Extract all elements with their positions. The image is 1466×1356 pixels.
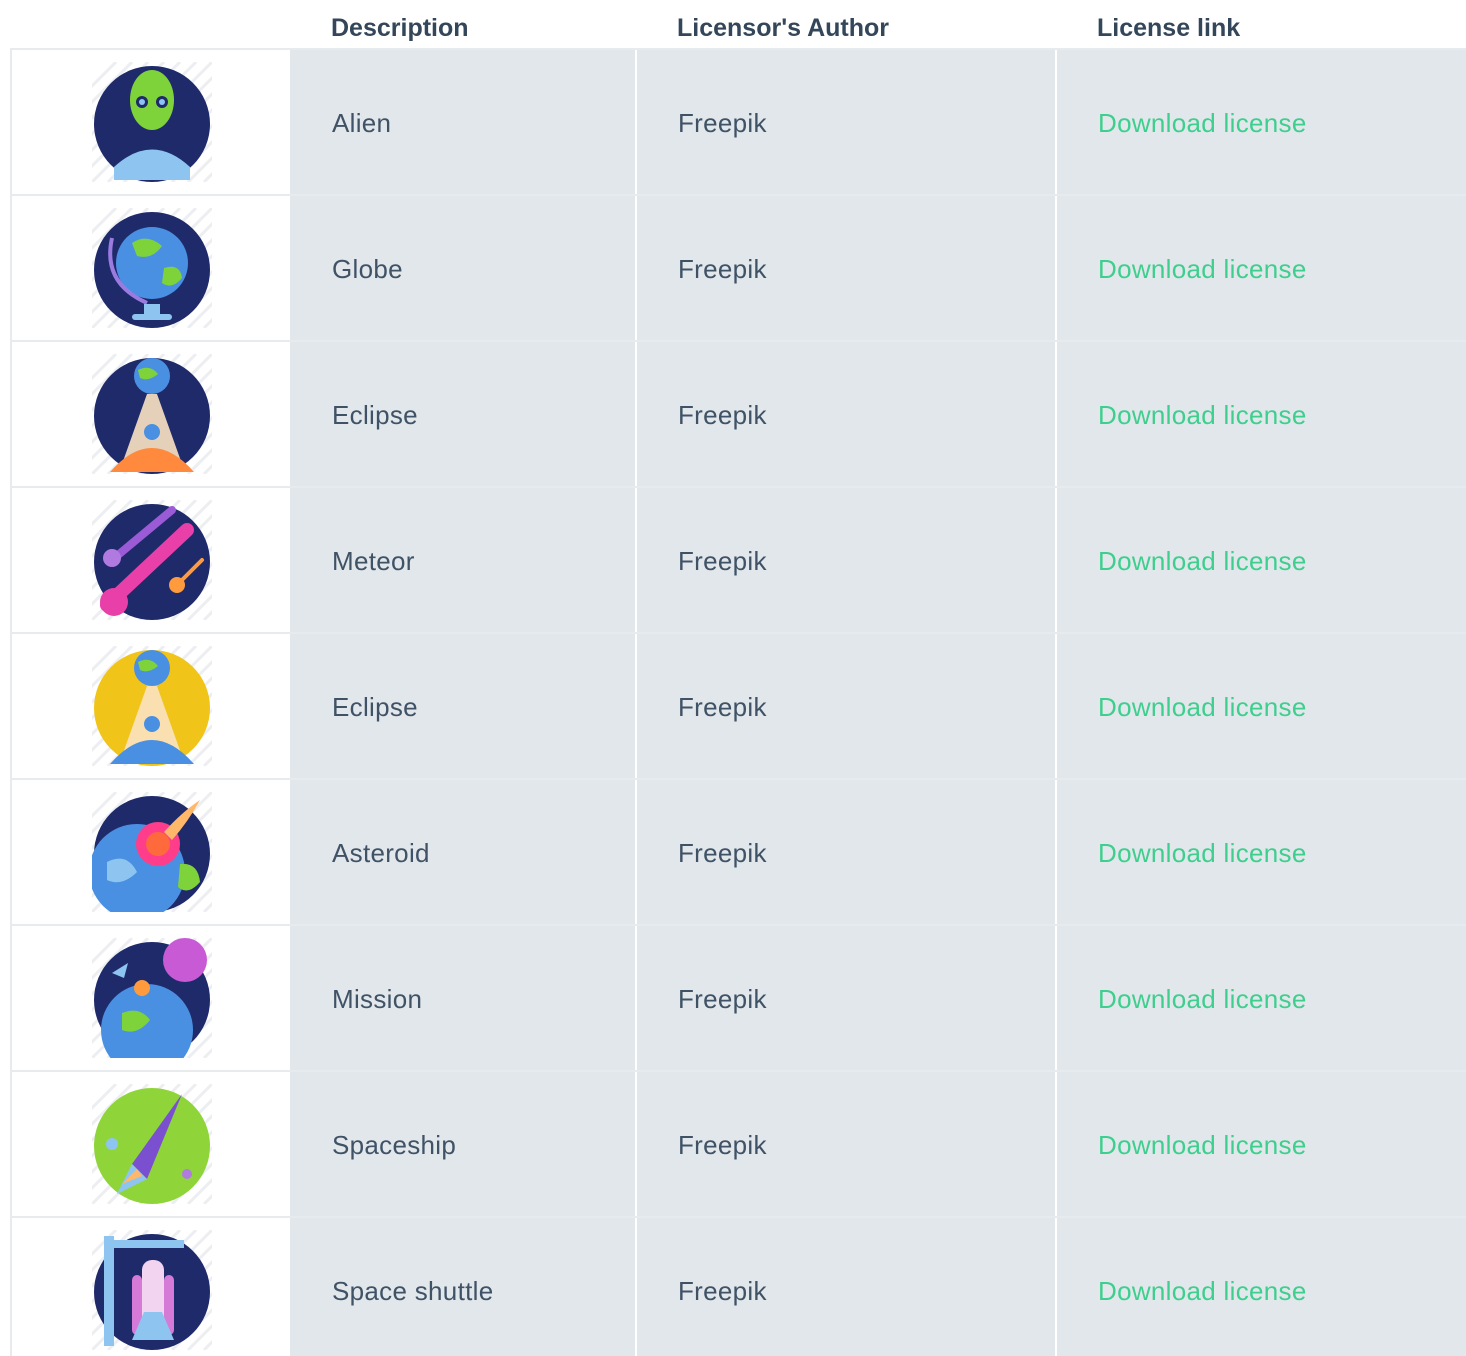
description-cell: Mission <box>290 926 635 1070</box>
download-license-link[interactable]: Download license <box>1098 692 1307 723</box>
table-row: Space shuttle Freepik Download license <box>10 1218 1466 1356</box>
description-text: Asteroid <box>332 838 430 868</box>
author-cell: Freepik <box>637 1218 1055 1356</box>
download-license-link[interactable]: Download license <box>1098 984 1307 1015</box>
description-cell: Globe <box>290 196 635 340</box>
author-cell: Freepik <box>637 196 1055 340</box>
author-text: Freepik <box>678 254 767 284</box>
download-license-link[interactable]: Download license <box>1098 1276 1307 1307</box>
icon-cell <box>10 780 290 924</box>
eclipse-icon <box>92 354 212 474</box>
description-text: Globe <box>332 254 403 284</box>
meteor-icon <box>92 500 212 620</box>
spaceship-icon <box>92 1084 212 1204</box>
description-cell: Alien <box>290 50 635 194</box>
description-text: Spaceship <box>332 1130 457 1160</box>
license-link-cell: Download license <box>1057 1072 1466 1216</box>
table-row: Globe Freepik Download license <box>10 196 1466 342</box>
icon-cell <box>10 926 290 1070</box>
author-text: Freepik <box>678 546 767 576</box>
license-link-cell: Download license <box>1057 196 1466 340</box>
globe-icon <box>92 208 212 328</box>
download-license-link[interactable]: Download license <box>1098 546 1307 577</box>
icon-cell <box>10 488 290 632</box>
icon-cell <box>10 50 290 194</box>
author-text: Freepik <box>678 400 767 430</box>
description-text: Eclipse <box>332 692 418 722</box>
author-cell: Freepik <box>637 1072 1055 1216</box>
license-link-cell: Download license <box>1057 634 1466 778</box>
description-cell: Spaceship <box>290 1072 635 1216</box>
author-cell: Freepik <box>637 926 1055 1070</box>
eclipse-icon <box>92 646 212 766</box>
icon-cell <box>10 196 290 340</box>
table-header: Description Licensor's Author License li… <box>0 0 1466 48</box>
header-author: Licensor's Author <box>677 14 889 42</box>
icon-cell <box>10 1072 290 1216</box>
author-cell: Freepik <box>637 488 1055 632</box>
download-license-link[interactable]: Download license <box>1098 108 1307 139</box>
description-cell: Meteor <box>290 488 635 632</box>
author-cell: Freepik <box>637 342 1055 486</box>
header-license-link: License link <box>1097 14 1241 42</box>
author-cell: Freepik <box>637 634 1055 778</box>
mission-icon <box>92 938 212 1058</box>
table-row: Alien Freepik Download license <box>10 50 1466 196</box>
description-cell: Eclipse <box>290 634 635 778</box>
author-text: Freepik <box>678 838 767 868</box>
space-shuttle-icon <box>92 1230 212 1350</box>
description-cell: Asteroid <box>290 780 635 924</box>
license-link-cell: Download license <box>1057 50 1466 194</box>
table-body: Alien Freepik Download license Globe Freepik… <box>10 48 1466 1356</box>
icon-cell <box>10 1218 290 1356</box>
table-row: Eclipse Freepik Download license <box>10 342 1466 488</box>
license-link-cell: Download license <box>1057 1218 1466 1356</box>
license-link-cell: Download license <box>1057 926 1466 1070</box>
description-cell: Eclipse <box>290 342 635 486</box>
download-license-link[interactable]: Download license <box>1098 1130 1307 1161</box>
table-row: Eclipse Freepik Download license <box>10 634 1466 780</box>
author-text: Freepik <box>678 984 767 1014</box>
icon-cell <box>10 634 290 778</box>
table-row: Spaceship Freepik Download license <box>10 1072 1466 1218</box>
license-link-cell: Download license <box>1057 342 1466 486</box>
author-text: Freepik <box>678 1130 767 1160</box>
download-license-link[interactable]: Download license <box>1098 254 1307 285</box>
license-table-page: Description Licensor's Author License li… <box>0 0 1466 1356</box>
author-cell: Freepik <box>637 780 1055 924</box>
download-license-link[interactable]: Download license <box>1098 400 1307 431</box>
table-row: Mission Freepik Download license <box>10 926 1466 1072</box>
asteroid-icon <box>92 792 212 912</box>
description-text: Eclipse <box>332 400 418 430</box>
license-link-cell: Download license <box>1057 780 1466 924</box>
author-cell: Freepik <box>637 50 1055 194</box>
icon-cell <box>10 342 290 486</box>
table-row: Asteroid Freepik Download license <box>10 780 1466 926</box>
description-text: Meteor <box>332 546 415 576</box>
author-text: Freepik <box>678 108 767 138</box>
license-link-cell: Download license <box>1057 488 1466 632</box>
description-cell: Space shuttle <box>290 1218 635 1356</box>
table-row: Meteor Freepik Download license <box>10 488 1466 634</box>
description-text: Alien <box>332 108 392 138</box>
download-license-link[interactable]: Download license <box>1098 838 1307 869</box>
description-text: Mission <box>332 984 423 1014</box>
author-text: Freepik <box>678 1276 767 1306</box>
author-text: Freepik <box>678 692 767 722</box>
description-text: Space shuttle <box>332 1276 494 1306</box>
alien-icon <box>92 62 212 182</box>
header-description: Description <box>331 14 469 42</box>
